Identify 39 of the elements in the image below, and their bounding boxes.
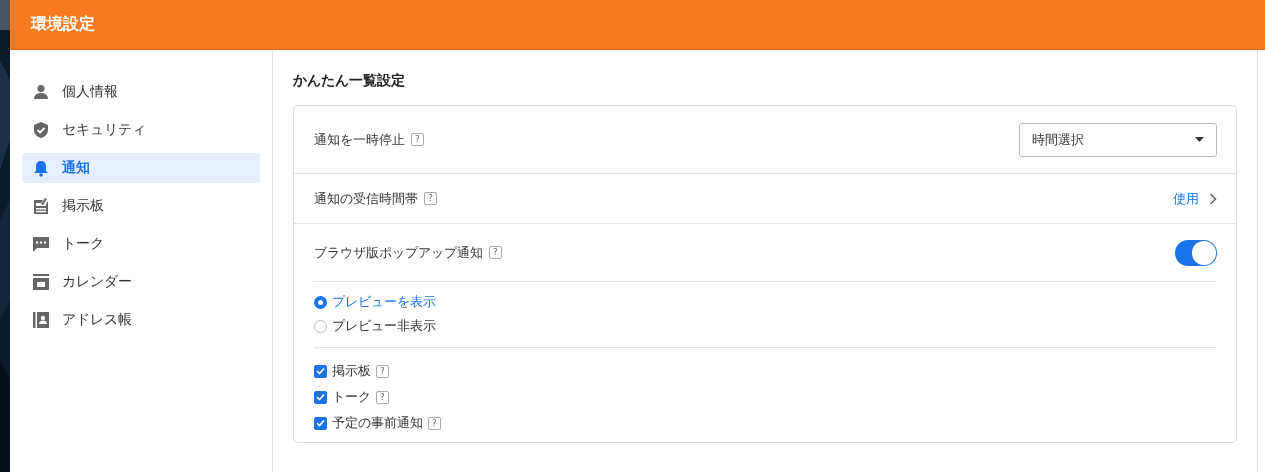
checkbox[interactable] [314,416,327,430]
sidebar-item[interactable]: 掲示板 [22,191,260,221]
checkbox[interactable] [314,364,327,378]
note-icon [32,197,50,215]
caret-icon [1195,137,1204,142]
setting-label: 通知を一時停止 [314,130,405,149]
help-icon[interactable]: ? [424,192,437,205]
checkbox-label: 予定の事前通知 [332,414,423,432]
checkbox-label: 掲示板 [332,362,371,380]
sidebar-item[interactable]: カレンダー [22,267,260,297]
sidebar-item[interactable]: アドレス帳 [22,305,260,335]
checkbox[interactable] [314,390,327,404]
sidebar-item[interactable]: 通知 [22,153,260,183]
chevron-right-icon[interactable] [1209,192,1217,205]
sidebar-item[interactable]: 個人情報 [22,77,260,107]
calendar-icon [32,273,50,291]
chat-icon [32,235,50,253]
sidebar-item[interactable]: セキュリティ [22,115,260,145]
radio-label: プレビューを表示 [332,293,436,311]
use-link[interactable]: 使用 [1173,189,1199,208]
help-icon[interactable]: ? [376,390,389,404]
section-title: かんたん一覧設定 [293,72,406,90]
help-icon[interactable]: ? [428,416,441,430]
person-icon [32,83,50,101]
bell-icon [32,159,50,177]
radio-label: プレビュー非表示 [332,317,436,335]
checkbox-label: トーク [332,388,371,406]
help-icon[interactable]: ? [411,133,424,146]
help-icon[interactable]: ? [376,364,389,378]
setting-label: ブラウザ版ポップアップ通知 [314,243,483,262]
address-book-icon [32,311,50,329]
time-dropdown[interactable]: 時間選択 [1019,122,1217,157]
setting-label: 通知の受信時間帯 [314,189,418,208]
toggle-switch[interactable] [1175,239,1217,266]
shield-check-icon [32,121,50,139]
sidebar-item[interactable]: トーク [22,229,260,259]
help-icon[interactable]: ? [489,246,502,259]
radio-button[interactable] [314,295,327,309]
window-title: 環境設定 [31,14,95,35]
